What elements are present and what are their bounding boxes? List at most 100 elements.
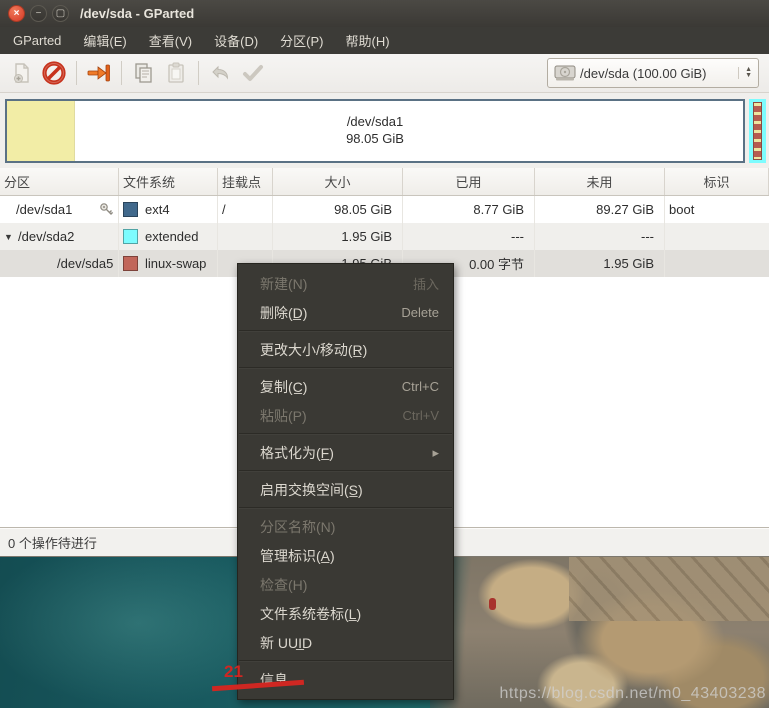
menu-item-swapon[interactable]: 启用交换空间(S̲): [238, 475, 453, 504]
resize-move-icon[interactable]: [83, 58, 115, 88]
mount-point: [218, 223, 273, 250]
menu-item-accelerator: 插入: [412, 277, 439, 292]
toolbar-separator: [121, 61, 122, 85]
menu-gparted[interactable]: GParted: [2, 28, 72, 53]
fs-name: linux-swap: [145, 256, 207, 271]
window-title: /dev/sda - GParted: [80, 6, 195, 21]
fs-color-swatch: [123, 202, 138, 217]
menu-item-label: 检查(H): [260, 576, 308, 593]
partition-name: /dev/sda5: [57, 256, 114, 271]
unused-value: 1.95 GiB: [535, 250, 665, 277]
menu-item-label: 更改大小/移动(R̲): [260, 341, 368, 358]
wallpaper-pavement: [569, 557, 769, 621]
pending-operations-text: 0 个操作待进行: [8, 535, 97, 551]
mount-point: /: [218, 196, 273, 223]
col-header-unused[interactable]: 未用: [535, 168, 665, 195]
menubar: GParted 编辑(E) 查看(V) 设备(D) 分区(P) 帮助(H): [0, 27, 769, 54]
partition-bar-sda5[interactable]: [749, 99, 766, 163]
expander-icon[interactable]: ▼: [4, 232, 18, 242]
col-header-mountpoint[interactable]: 挂载点: [218, 168, 273, 195]
annotation-number: 21: [224, 662, 243, 681]
used-value: ---: [403, 223, 535, 250]
menu-item-label: 格式化为(F̲): [260, 444, 334, 461]
menu-edit[interactable]: 编辑(E): [72, 26, 137, 55]
menu-item-information[interactable]: 信息: [238, 665, 453, 694]
menu-item-new: 新建(N) 插入: [238, 269, 453, 298]
titlebar: × − ▢ /dev/sda - GParted: [0, 0, 769, 27]
watermark-text: https://blog.csdn.net/m0_43403238: [499, 685, 766, 702]
partition-bar-label: /dev/sda1 98.05 GiB: [7, 101, 743, 161]
menu-item-format-to[interactable]: 格式化为(F̲) ▸: [238, 438, 453, 467]
device-spinner[interactable]: ▲ ▼: [738, 66, 754, 79]
menu-help[interactable]: 帮助(H): [335, 26, 401, 55]
flags-value: [665, 250, 769, 277]
menu-item-label: 启用交换空间(S̲): [260, 481, 363, 498]
key-icon: [99, 202, 114, 217]
device-label: /dev/sda (100.00 GiB): [580, 65, 707, 81]
menu-item-label: 分区名称(N): [260, 518, 336, 535]
partition-name: /dev/sda1: [16, 202, 73, 217]
close-button[interactable]: ×: [8, 5, 25, 22]
menu-item-label: 复制(C̲): [260, 378, 308, 395]
menu-item-label: 文件系统卷标(L̲): [260, 605, 362, 622]
menu-item-resize-move[interactable]: 更改大小/移动(R̲): [238, 335, 453, 364]
menu-item-new-uuid[interactable]: 新 UUI̲D: [238, 628, 453, 657]
partition-context-menu: 新建(N) 插入 删除(D̲) Delete 更改大小/移动(R̲) 复制(C̲) Ctrl…: [237, 263, 454, 700]
menu-item-name-partition: 分区名称(N): [238, 512, 453, 541]
menu-separator: [239, 367, 452, 368]
partition-name: /dev/sda2: [18, 229, 75, 244]
menu-item-label-fs[interactable]: 文件系统卷标(L̲): [238, 599, 453, 628]
menu-item-delete[interactable]: 删除(D̲) Delete: [238, 298, 453, 327]
menu-separator: [239, 330, 452, 331]
submenu-arrow-icon: ▸: [432, 444, 439, 460]
menu-device[interactable]: 设备(D): [203, 26, 269, 55]
spinner-down-icon[interactable]: ▼: [745, 72, 752, 79]
menu-item-label: 新建(N): [260, 275, 308, 292]
size-value: 1.95 GiB: [273, 223, 403, 250]
menu-partition[interactable]: 分区(P): [269, 26, 334, 55]
toolbar: /dev/sda (100.00 GiB) ▲ ▼: [0, 54, 769, 93]
device-selector[interactable]: /dev/sda (100.00 GiB) ▲ ▼: [547, 58, 759, 88]
menu-item-manage-flags[interactable]: 管理标识(A̲): [238, 541, 453, 570]
col-header-flags[interactable]: 标识: [665, 168, 769, 195]
menu-item-check: 检查(H): [238, 570, 453, 599]
fs-color-swatch: [123, 229, 138, 244]
table-row-sda2[interactable]: ▼ /dev/sda2 extended 1.95 GiB --- ---: [0, 223, 769, 250]
partition-bar-sda1[interactable]: /dev/sda1 98.05 GiB: [5, 99, 745, 163]
menu-separator: [239, 470, 452, 471]
menu-item-label: 删除(D̲): [260, 304, 308, 321]
fs-name: extended: [145, 229, 199, 244]
col-header-size[interactable]: 大小: [273, 168, 403, 195]
menu-item-copy[interactable]: 复制(C̲) Ctrl+C: [238, 372, 453, 401]
menu-view[interactable]: 查看(V): [138, 26, 203, 55]
table-row-sda1[interactable]: /dev/sda1 ext4 / 98.05 GiB 8.77 GiB 89.2…: [0, 196, 769, 223]
maximize-button[interactable]: ▢: [52, 5, 69, 22]
minimize-button[interactable]: −: [30, 5, 47, 22]
toolbar-separator: [76, 61, 77, 85]
size-value: 98.05 GiB: [273, 196, 403, 223]
menu-separator: [239, 433, 452, 434]
menu-separator: [239, 507, 452, 508]
menu-item-label: 粘贴(P): [260, 407, 307, 424]
used-value: 8.77 GiB: [403, 196, 535, 223]
partition-canvas: /dev/sda1 98.05 GiB: [0, 93, 769, 168]
unused-value: ---: [535, 223, 665, 250]
col-header-partition[interactable]: 分区: [0, 168, 119, 195]
swap-pattern: [753, 102, 762, 160]
copy-icon: [128, 58, 160, 88]
hard-disk-icon: [554, 65, 576, 81]
fs-color-swatch: [123, 256, 138, 271]
col-header-filesystem[interactable]: 文件系统: [119, 168, 218, 195]
menu-item-label: 管理标识(A̲): [260, 547, 335, 564]
unused-value: 89.27 GiB: [535, 196, 665, 223]
flags-value: [665, 223, 769, 250]
flags-value: boot: [669, 202, 695, 217]
partition-bar-size: 98.05 GiB: [346, 131, 404, 146]
delete-partition-icon[interactable]: [38, 58, 70, 88]
toolbar-separator: [198, 61, 199, 85]
col-header-used[interactable]: 已用: [403, 168, 535, 195]
undo-icon: [205, 58, 237, 88]
menu-item-accelerator: Ctrl+V: [402, 408, 439, 423]
fs-name: ext4: [145, 202, 170, 217]
menu-item-label: 新 UUI̲D: [260, 634, 313, 651]
